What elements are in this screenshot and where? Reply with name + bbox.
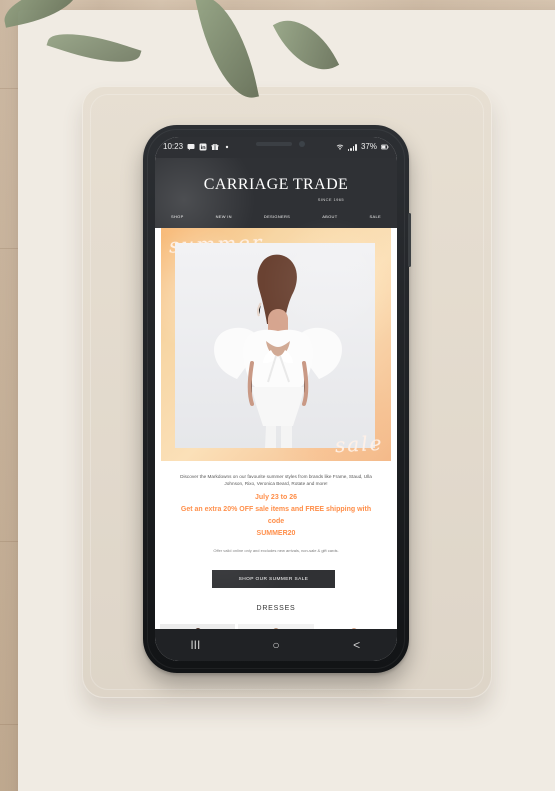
hero-script-sale: sale [333, 430, 384, 458]
status-right: 37% [336, 143, 389, 151]
nav-about[interactable]: ABOUT [322, 214, 337, 219]
android-navigation-bar: III ○ < [155, 629, 397, 661]
brand-logo[interactable]: CARRIAGE TRADE [155, 177, 397, 193]
status-left: 10:23 [163, 143, 231, 151]
main-nav: SHOP NEW IN DESIGNERS ABOUT SALE [171, 214, 381, 219]
front-camera [299, 141, 305, 147]
model-illustration [214, 254, 342, 448]
speaker-slot [256, 142, 292, 146]
promo-offer: Get an extra 20% OFF sale items and FREE… [180, 506, 372, 525]
power-button[interactable] [408, 213, 411, 267]
brand-since: SINCE 1965 [317, 197, 344, 202]
signal-icon [347, 143, 357, 151]
shop-summer-sale-button[interactable]: SHOP OUR SUMMER SALE [212, 570, 335, 588]
wifi-icon [336, 143, 344, 151]
dot-icon [223, 143, 231, 151]
linkedin-icon [199, 143, 207, 151]
back-button[interactable]: < [339, 633, 375, 657]
background-scene: 10:23 37% CARRIAGE TRADE SINCE 1965 SHOP… [0, 0, 555, 791]
message-icon [187, 143, 195, 151]
promo-date: July 23 to 26 [254, 494, 298, 501]
status-time: 10:23 [163, 142, 184, 151]
phone-screen: 10:23 37% CARRIAGE TRADE SINCE 1965 SHOP… [155, 137, 397, 661]
home-button[interactable]: ○ [258, 633, 294, 657]
nav-sale[interactable]: SALE [370, 214, 381, 219]
promo-note: Offer valid online only and excludes new… [213, 548, 339, 553]
smartphone: 10:23 37% CARRIAGE TRADE SINCE 1965 SHOP… [143, 125, 411, 673]
status-bar: 10:23 37% [155, 137, 397, 158]
promo-copy: Discover the Markdowns on our favourite … [155, 473, 397, 554]
store-header: CARRIAGE TRADE SINCE 1965 SHOP NEW IN DE… [155, 158, 397, 228]
promo-intro: Discover the Markdowns on our favourite … [180, 474, 372, 486]
gift-icon [211, 143, 219, 151]
hero-photo [175, 243, 375, 448]
battery-percentage: 37% [360, 142, 377, 151]
battery-icon [381, 143, 389, 151]
promo-code: SUMMER20 [256, 530, 296, 537]
nav-new-in[interactable]: NEW IN [216, 214, 232, 219]
nav-designers[interactable]: DESIGNERS [264, 214, 290, 219]
dresses-title: DRESSES [256, 605, 296, 612]
hero-banner[interactable]: summer [161, 228, 391, 461]
nav-shop[interactable]: SHOP [171, 214, 184, 219]
recent-apps-button[interactable]: III [177, 633, 213, 657]
